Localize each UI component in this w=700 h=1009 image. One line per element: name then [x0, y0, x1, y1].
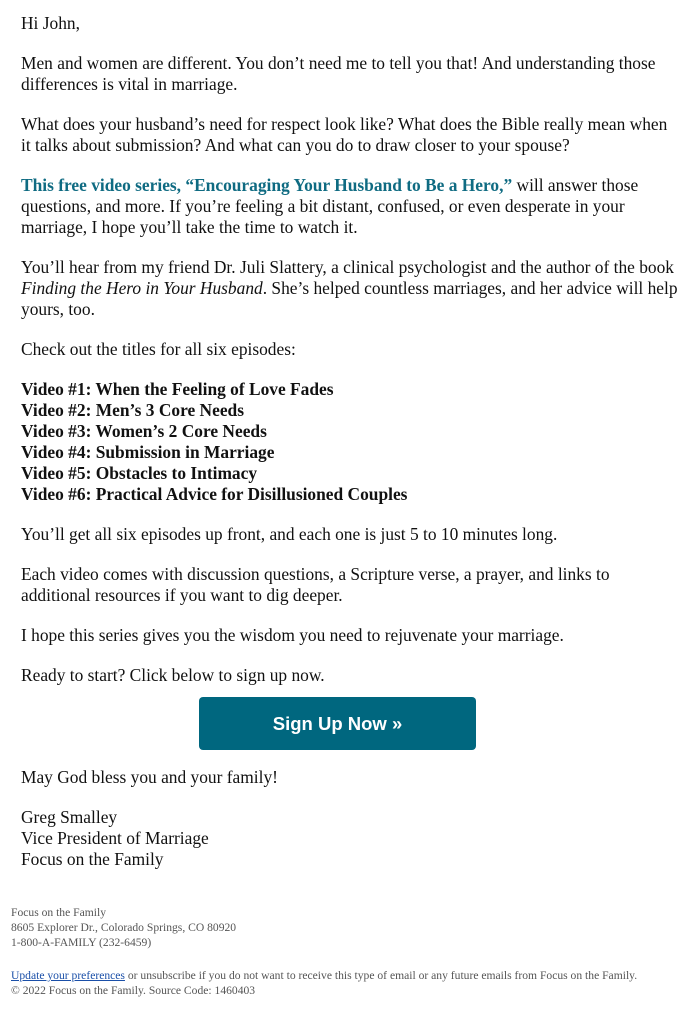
video-item: Video #1: When the Feeling of Love Fades	[21, 379, 334, 399]
video-item: Video #6: Practical Advice for Disillusi…	[21, 484, 408, 504]
email-body: Hi John, Men and women are different. Yo…	[21, 13, 681, 705]
signature-title: Vice President of Marriage	[21, 828, 209, 848]
episodes-intro: Check out the titles for all six episode…	[21, 339, 296, 359]
author-text-start: You’ll hear from my friend Dr. Juli Slat…	[21, 257, 674, 277]
unsubscribe-text: or unsubscribe if you do not want to rec…	[124, 969, 638, 982]
video-item: Video #3: Women’s 2 Core Needs	[21, 421, 267, 441]
video-list: Video #1: When the Feeling of Love Fades…	[21, 379, 681, 505]
signature-name: Greg Smalley	[21, 807, 118, 827]
questions-paragraph: What does your husband’s need for respec…	[21, 114, 668, 155]
author-paragraph: You’ll hear from my friend Dr. Juli Slat…	[21, 257, 681, 320]
video-item: Video #2: Men’s 3 Core Needs	[21, 400, 244, 420]
email-footer: Focus on the Family 8605 Explorer Dr., C…	[11, 905, 691, 998]
update-preferences-link[interactable]: Update your preferences	[11, 969, 125, 982]
greeting: Hi John,	[21, 13, 80, 33]
series-paragraph: This free video series, “Encouraging You…	[21, 175, 681, 238]
video-item: Video #4: Submission in Marriage	[21, 442, 275, 462]
footer-preferences-line: Update your preferences or unsubscribe i…	[11, 968, 691, 983]
cta-container: Sign Up Now »	[199, 697, 476, 750]
hope-paragraph: I hope this series gives you the wisdom …	[21, 625, 564, 645]
series-title-highlight: This free video series, “Encouraging You…	[21, 175, 513, 195]
footer-org: Focus on the Family	[11, 906, 107, 919]
footer-address: 8605 Explorer Dr., Colorado Springs, CO …	[11, 921, 237, 934]
resources-paragraph: Each video comes with discussion questio…	[21, 564, 610, 605]
ready-paragraph: Ready to start? Click below to sign up n…	[21, 665, 325, 685]
email-closing: May God bless you and your family! Greg …	[21, 767, 681, 870]
book-title: Finding the Hero in Your Husband	[21, 278, 263, 298]
episodes-length-paragraph: You’ll get all six episodes up front, an…	[21, 524, 558, 544]
signature: Greg Smalley Vice President of Marriage …	[21, 807, 681, 870]
footer-phone: 1-800-A-FAMILY (232-6459)	[11, 936, 152, 949]
sign-up-now-button[interactable]: Sign Up Now »	[199, 697, 476, 750]
intro-paragraph: Men and women are different. You don’t n…	[21, 53, 656, 94]
footer-address-block: Focus on the Family 8605 Explorer Dr., C…	[11, 905, 691, 950]
signature-org: Focus on the Family	[21, 849, 164, 869]
blessing: May God bless you and your family!	[21, 767, 278, 787]
footer-copyright: © 2022 Focus on the Family. Source Code:…	[11, 984, 256, 997]
video-item: Video #5: Obstacles to Intimacy	[21, 463, 258, 483]
